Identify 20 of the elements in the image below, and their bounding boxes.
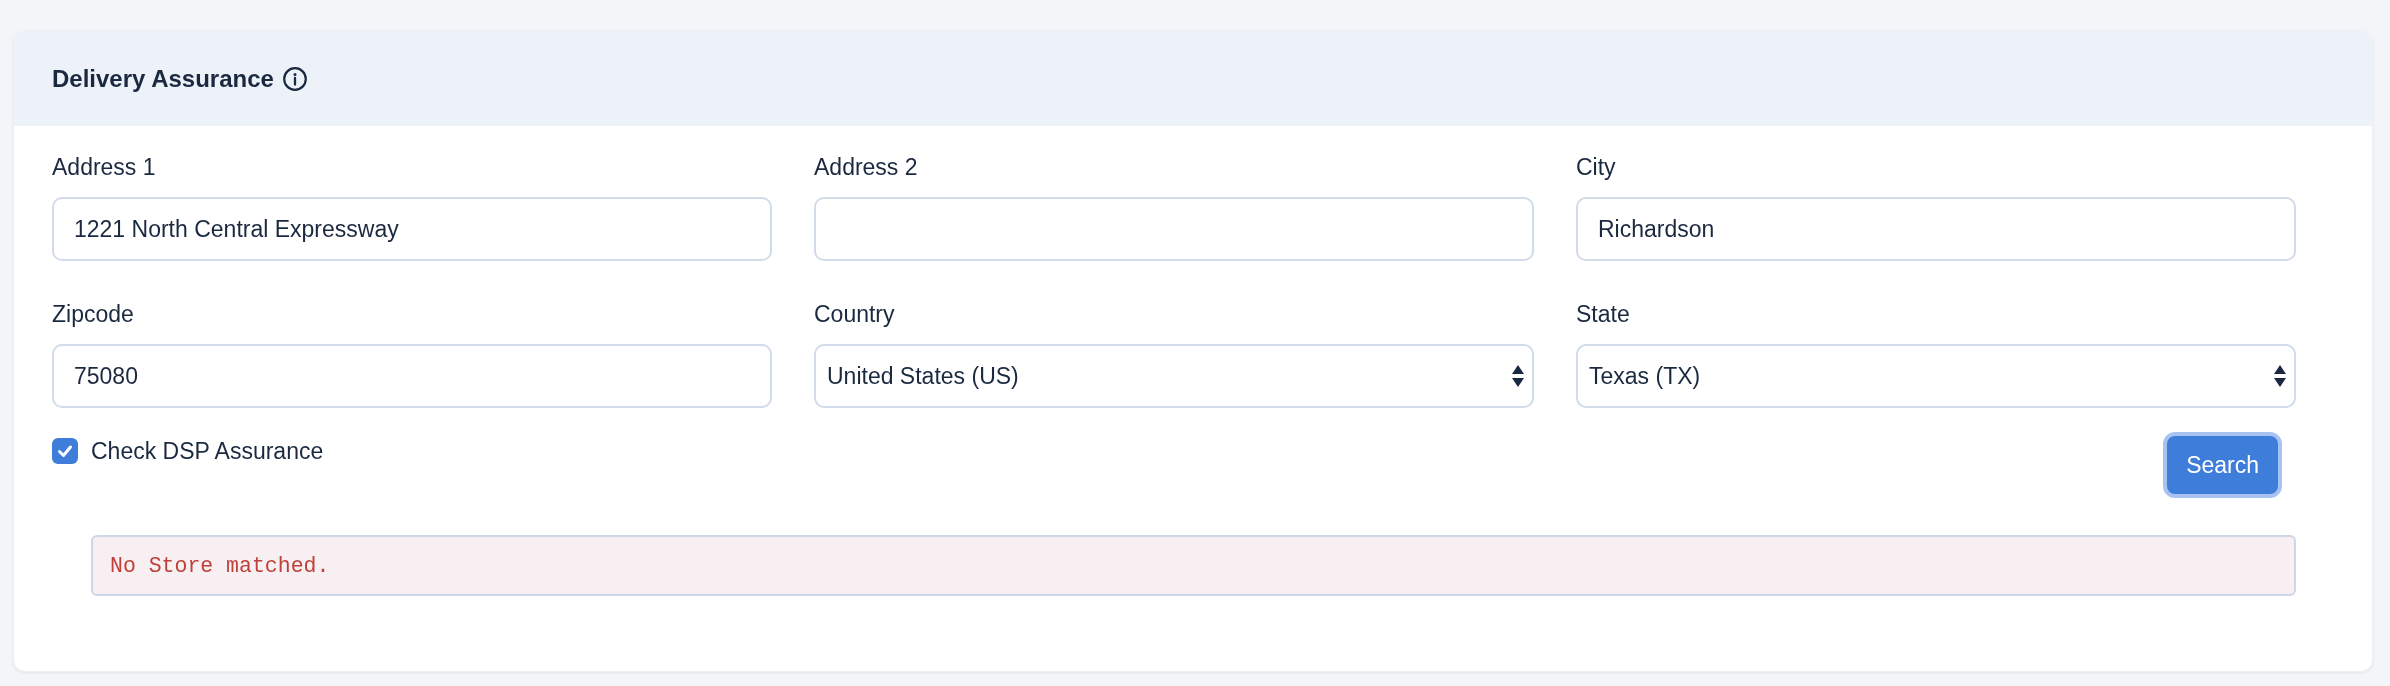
field-label: State — [1576, 300, 1630, 328]
field-label: Zipcode — [52, 300, 134, 328]
field-label: Country — [814, 300, 895, 328]
text-field[interactable]: 1221 North Central Expressway — [52, 197, 772, 261]
alert-message: No Store matched. — [91, 535, 2296, 596]
card-title: Delivery Assurance — [52, 63, 274, 94]
sort-caret-icon — [1512, 365, 1524, 387]
checkbox[interactable] — [52, 438, 78, 464]
text-field[interactable]: Richardson — [1576, 197, 2296, 261]
field-label: Address 1 — [52, 153, 156, 181]
search-button[interactable]: Search — [2163, 432, 2282, 498]
sort-caret-icon — [2274, 365, 2286, 387]
field-label: City — [1576, 153, 1616, 181]
info-icon[interactable] — [282, 66, 307, 91]
text-field[interactable]: 75080 — [52, 344, 772, 408]
select-field[interactable]: United States (US) — [814, 344, 1534, 408]
text-field[interactable] — [814, 197, 1534, 261]
field-label: Address 2 — [814, 153, 918, 181]
checkbox-label: Check DSP Assurance — [91, 437, 324, 465]
select-field[interactable]: Texas (TX) — [1576, 344, 2296, 408]
